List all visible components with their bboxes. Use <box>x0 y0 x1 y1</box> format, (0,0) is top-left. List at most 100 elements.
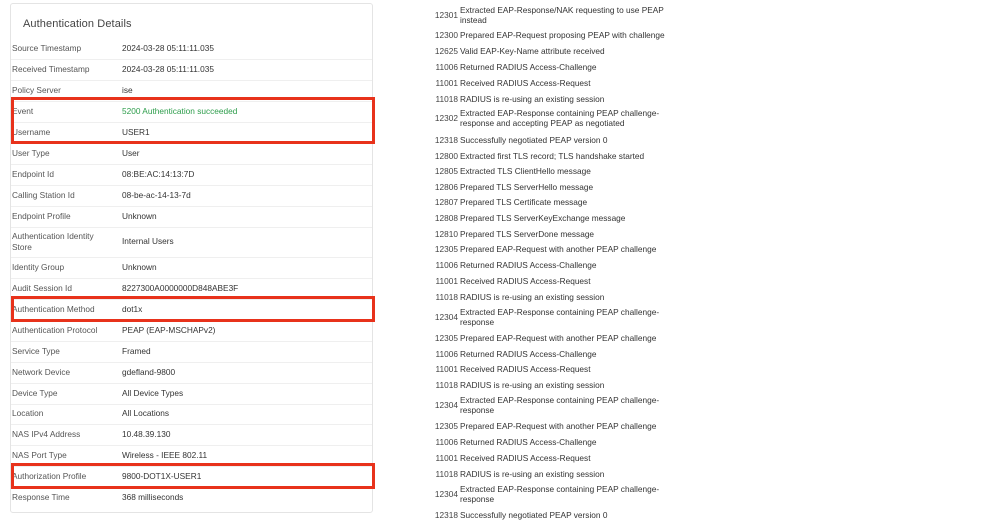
row-divider <box>11 299 372 300</box>
step-code: 11018 <box>435 292 458 302</box>
row-divider <box>11 227 372 228</box>
detail-label: Response Time <box>12 492 70 502</box>
row-divider <box>11 383 372 384</box>
step-code: 11018 <box>435 380 458 390</box>
row-divider <box>11 487 372 488</box>
step-description: Received RADIUS Access-Request <box>460 364 591 374</box>
row-divider <box>11 122 372 123</box>
step-description: Prepared TLS Certificate message <box>460 197 588 207</box>
step-description: RADIUS is re-using an existing session <box>460 292 605 302</box>
step-code: 11018 <box>435 469 458 479</box>
step-code: 12800 <box>434 151 458 161</box>
detail-label: Authentication Identity Store <box>12 231 94 252</box>
step-description: RADIUS is re-using an existing session <box>460 94 605 104</box>
step-code: 12805 <box>434 166 458 176</box>
detail-value: 9800-DOT1X-USER1 <box>122 471 202 481</box>
detail-label: Authentication Method <box>12 304 95 314</box>
detail-value: 10.48.39.130 <box>122 429 171 439</box>
event-status-value: 5200 Authentication succeeded <box>122 106 238 116</box>
row-divider <box>11 424 372 425</box>
step-description: Returned RADIUS Access-Challenge <box>460 349 597 359</box>
step-description: Extracted EAP-Response containing PEAP c… <box>460 484 660 504</box>
detail-value: USER1 <box>122 127 150 137</box>
detail-label: Source Timestamp <box>12 43 82 53</box>
step-description: Prepared TLS ServerDone message <box>460 229 595 239</box>
row-divider <box>11 185 372 186</box>
row-divider <box>11 278 372 279</box>
step-code: 11001 <box>435 276 458 286</box>
detail-value: 08-be-ac-14-13-7d <box>122 190 191 200</box>
step-description: Extracted EAP-Response containing PEAP c… <box>460 307 660 327</box>
row-divider <box>11 404 372 405</box>
detail-label: Event <box>12 106 34 116</box>
step-code: 11001 <box>435 78 458 88</box>
step-code: 12808 <box>434 213 458 223</box>
step-code: 12305 <box>434 421 458 431</box>
step-code: 12302 <box>434 113 458 123</box>
row-divider <box>11 320 372 321</box>
step-description: Received RADIUS Access-Request <box>460 276 591 286</box>
detail-value: Unknown <box>122 211 157 221</box>
detail-label: User Type <box>12 148 50 158</box>
step-code: 11006 <box>435 349 458 359</box>
panel-title: Authentication Details <box>23 18 132 30</box>
detail-value: 08:BE:AC:14:13:7D <box>122 169 195 179</box>
step-code: 12305 <box>434 244 458 254</box>
row-divider <box>11 80 372 81</box>
detail-label: Authentication Protocol <box>12 325 98 335</box>
detail-value: ise <box>122 85 133 95</box>
step-description: Valid EAP-Key-Name attribute received <box>460 46 605 56</box>
row-divider <box>11 59 372 60</box>
row-divider <box>11 206 372 207</box>
detail-label: Service Type <box>12 346 60 356</box>
row-divider <box>11 257 372 258</box>
detail-value: All Device Types <box>122 388 184 398</box>
step-code: 11006 <box>435 437 458 447</box>
detail-value: 2024-03-28 05:11:11.035 <box>122 43 214 53</box>
row-divider <box>11 101 372 102</box>
detail-label: Audit Session Id <box>12 283 72 293</box>
step-description: RADIUS is re-using an existing session <box>460 380 605 390</box>
step-code: 12807 <box>434 197 458 207</box>
step-description: Extracted EAP-Response containing PEAP c… <box>460 108 660 128</box>
row-divider <box>11 445 372 446</box>
step-description: Successfully negotiated PEAP version 0 <box>460 510 608 520</box>
row-divider <box>11 466 372 467</box>
step-description: Prepared TLS ServerKeyExchange message <box>460 213 626 223</box>
step-description: Prepared TLS ServerHello message <box>460 182 594 192</box>
step-code: 12304 <box>434 489 458 499</box>
detail-label: Username <box>12 127 51 137</box>
step-code: 12304 <box>434 400 458 410</box>
step-description: Prepared EAP-Request with another PEAP c… <box>460 244 657 254</box>
step-code: 12305 <box>434 333 458 343</box>
step-description: RADIUS is re-using an existing session <box>460 469 605 479</box>
detail-label: Identity Group <box>12 262 65 272</box>
step-description: Prepared EAP-Request proposing PEAP with… <box>460 30 665 40</box>
detail-label: Endpoint Id <box>12 169 54 179</box>
detail-label: NAS Port Type <box>12 450 67 460</box>
step-description: Received RADIUS Access-Request <box>460 453 591 463</box>
step-description: Extracted first TLS record; TLS handshak… <box>460 151 645 161</box>
detail-label: NAS IPv4 Address <box>12 429 81 439</box>
step-description: Returned RADIUS Access-Challenge <box>460 260 597 270</box>
step-code: 12318 <box>434 510 458 520</box>
row-divider <box>11 143 372 144</box>
detail-label: Policy Server <box>12 85 61 95</box>
step-code: 12304 <box>434 312 458 322</box>
step-code: 11018 <box>435 94 458 104</box>
step-code: 12806 <box>434 182 458 192</box>
detail-label: Endpoint Profile <box>12 211 71 221</box>
row-divider <box>11 341 372 342</box>
step-description: Successfully negotiated PEAP version 0 <box>460 135 608 145</box>
detail-label: Device Type <box>12 388 58 398</box>
detail-value: Framed <box>122 346 151 356</box>
detail-value: 2024-03-28 05:11:11.035 <box>122 64 214 74</box>
step-description: Extracted TLS ClientHello message <box>460 166 591 176</box>
detail-value: Internal Users <box>122 236 174 246</box>
detail-value: 368 milliseconds <box>122 492 184 502</box>
step-code: 12810 <box>434 229 458 239</box>
detail-value: 8227300A0000000D848ABE3F <box>122 283 239 293</box>
detail-value: Wireless - IEEE 802.11 <box>122 450 208 460</box>
detail-value: dot1x <box>122 304 143 314</box>
step-description: Returned RADIUS Access-Challenge <box>460 437 597 447</box>
